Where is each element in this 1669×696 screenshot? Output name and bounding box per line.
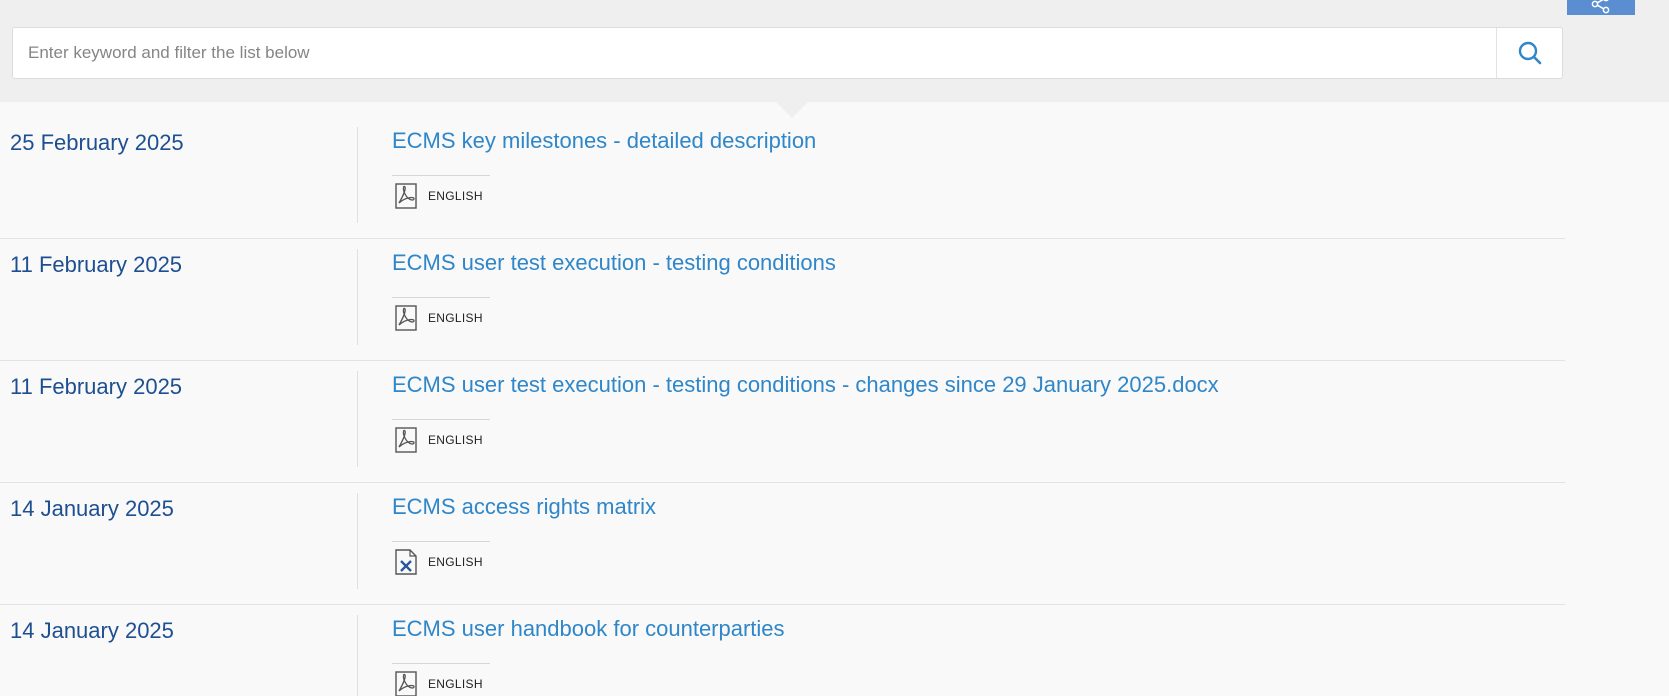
item-title-link[interactable]: ECMS user test execution - testing condi… bbox=[392, 250, 836, 276]
pdf-icon bbox=[392, 426, 420, 454]
item-title-link[interactable]: ECMS access rights matrix bbox=[392, 494, 656, 520]
pdf-icon bbox=[392, 182, 420, 210]
divider bbox=[392, 541, 490, 542]
search-input[interactable] bbox=[14, 29, 1499, 77]
list-item: 11 February 2025 ECMS user test executio… bbox=[0, 361, 1565, 483]
search-band bbox=[0, 0, 1669, 102]
file-label: ENGLISH bbox=[428, 555, 483, 569]
excel-icon bbox=[392, 548, 420, 576]
divider bbox=[357, 615, 358, 696]
list-item: 11 February 2025 ECMS user test executio… bbox=[0, 239, 1565, 361]
pdf-icon bbox=[392, 670, 420, 696]
list-item: 14 January 2025 ECMS access rights matri… bbox=[0, 483, 1565, 605]
file-label: ENGLISH bbox=[428, 311, 483, 325]
divider bbox=[357, 127, 358, 223]
file-link[interactable]: ENGLISH bbox=[392, 670, 483, 696]
item-title-link[interactable]: ECMS user handbook for counterparties bbox=[392, 616, 785, 642]
pdf-icon bbox=[392, 304, 420, 332]
file-link[interactable]: ENGLISH bbox=[392, 426, 483, 454]
file-link[interactable]: ENGLISH bbox=[392, 182, 483, 210]
file-label: ENGLISH bbox=[428, 677, 483, 691]
item-date: 14 January 2025 bbox=[10, 496, 174, 521]
share-button[interactable] bbox=[1567, 0, 1635, 15]
item-date: 14 January 2025 bbox=[10, 618, 174, 643]
divider bbox=[392, 175, 490, 176]
divider bbox=[357, 493, 358, 589]
file-link[interactable]: ENGLISH bbox=[392, 304, 483, 332]
search-button[interactable] bbox=[1496, 28, 1562, 78]
file-label: ENGLISH bbox=[428, 433, 483, 447]
page: 25 February 2025 ECMS key milestones - d… bbox=[0, 0, 1669, 696]
file-link[interactable]: ENGLISH bbox=[392, 548, 483, 576]
file-label: ENGLISH bbox=[428, 189, 483, 203]
item-date: 11 February 2025 bbox=[10, 374, 183, 399]
item-date: 25 February 2025 bbox=[10, 130, 184, 155]
filter-pointer bbox=[776, 102, 808, 118]
item-title-link[interactable]: ECMS user test execution - testing condi… bbox=[392, 372, 1219, 398]
search-box bbox=[12, 27, 1563, 79]
item-title-link[interactable]: ECMS key milestones - detailed descripti… bbox=[392, 128, 816, 154]
list-item: 14 January 2025 ECMS user handbook for c… bbox=[0, 605, 1565, 696]
share-icon bbox=[1591, 0, 1610, 14]
publication-list: 25 February 2025 ECMS key milestones - d… bbox=[0, 117, 1565, 696]
item-date: 11 February 2025 bbox=[10, 252, 183, 277]
divider bbox=[392, 419, 490, 420]
divider bbox=[357, 249, 358, 345]
list-item: 25 February 2025 ECMS key milestones - d… bbox=[0, 117, 1565, 239]
search-icon bbox=[1518, 41, 1541, 65]
divider bbox=[392, 663, 490, 664]
divider bbox=[392, 297, 490, 298]
divider bbox=[357, 371, 358, 467]
